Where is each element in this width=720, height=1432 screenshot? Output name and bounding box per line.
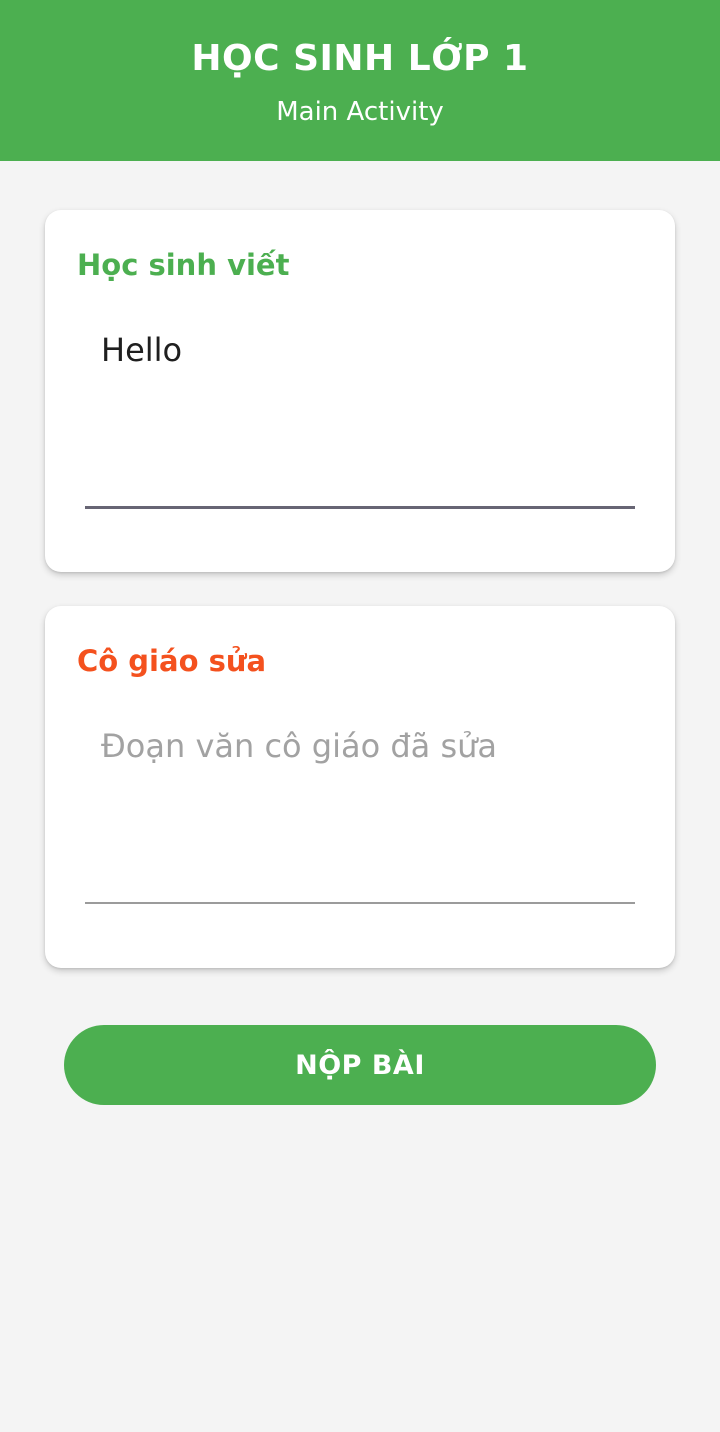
student-writing-input[interactable]: Hello (85, 314, 635, 510)
student-writing-label: Học sinh viết (77, 248, 290, 282)
teacher-correction-underline (85, 902, 635, 904)
teacher-correction-label: Cô giáo sửa (77, 644, 267, 678)
app-subtitle: Main Activity (276, 97, 444, 127)
student-writing-underline (85, 506, 635, 509)
student-writing-card: Học sinh viết Hello (45, 210, 675, 572)
teacher-correction-card: Cô giáo sửa (45, 606, 675, 968)
app-title: HỌC SINH LỚP 1 (191, 38, 529, 79)
app-bar: HỌC SINH LỚP 1 Main Activity (0, 0, 720, 161)
teacher-correction-input[interactable] (85, 710, 635, 906)
submit-button[interactable]: NỘP BÀI (64, 1025, 656, 1105)
